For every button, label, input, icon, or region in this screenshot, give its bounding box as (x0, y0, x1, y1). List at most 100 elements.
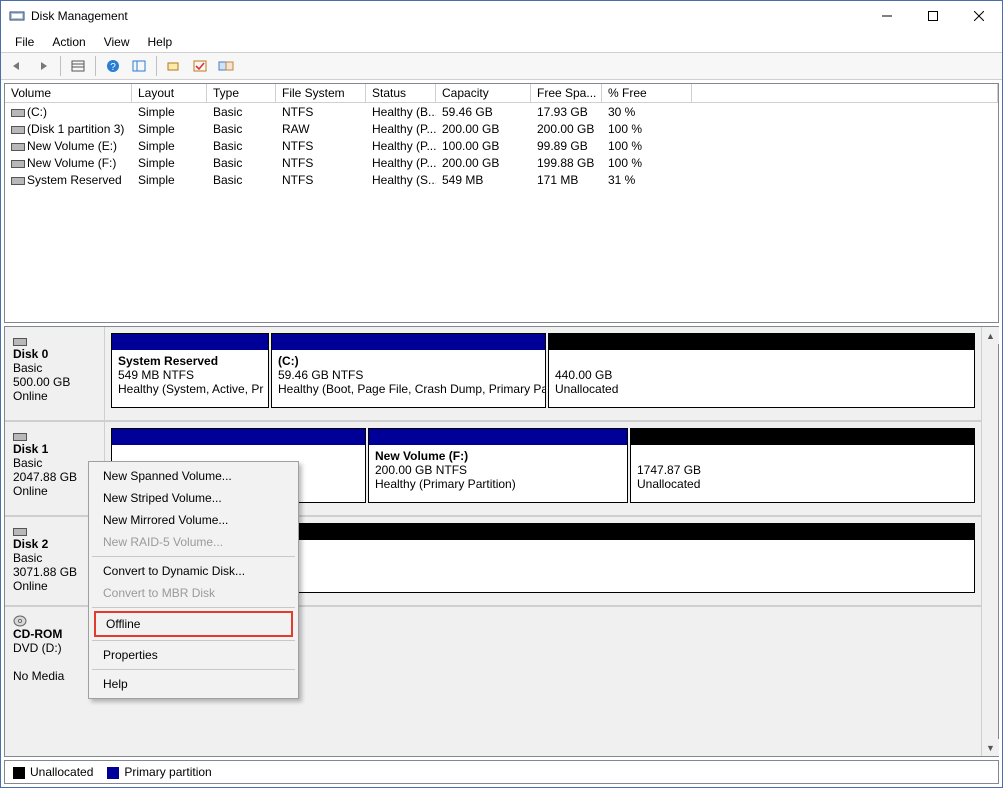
partition-bar-primary (112, 429, 365, 445)
col-layout[interactable]: Layout (132, 84, 207, 102)
menu-convert-mbr: Convert to MBR Disk (91, 582, 296, 604)
col-type[interactable]: Type (207, 84, 276, 102)
cdrom-name: CD-ROM (13, 627, 96, 641)
disk-icon (11, 107, 23, 117)
disk-1-unallocated[interactable]: 1747.87 GB Unallocated (630, 428, 975, 503)
disk-0-unallocated[interactable]: 440.00 GB Unallocated (548, 333, 975, 408)
menu-view[interactable]: View (96, 34, 138, 50)
col-pct[interactable]: % Free (602, 84, 692, 102)
partition-bar-unallocated (631, 429, 974, 445)
menu-new-mirrored[interactable]: New Mirrored Volume... (91, 509, 296, 531)
part-line2: 440.00 GB (555, 368, 612, 382)
disk-icon (11, 141, 23, 151)
menu-new-striped[interactable]: New Striped Volume... (91, 487, 296, 509)
cdrom-status: No Media (13, 669, 64, 683)
part-line3: Healthy (Boot, Page File, Crash Dump, Pr… (278, 382, 545, 396)
menu-help[interactable]: Help (140, 34, 181, 50)
minimize-button[interactable] (864, 1, 910, 31)
volume-row[interactable]: (Disk 1 partition 3)SimpleBasicRAWHealth… (5, 120, 998, 137)
menu-new-spanned[interactable]: New Spanned Volume... (91, 465, 296, 487)
col-capacity[interactable]: Capacity (436, 84, 531, 102)
legend: Unallocated Primary partition (4, 760, 999, 784)
col-status[interactable]: Status (366, 84, 436, 102)
col-free[interactable]: Free Spa... (531, 84, 602, 102)
settings-button[interactable] (214, 55, 238, 77)
legend-unallocated: Unallocated (13, 765, 93, 779)
volume-row[interactable]: System ReservedSimpleBasicNTFSHealthy (S… (5, 171, 998, 188)
volume-row[interactable]: New Volume (F:)SimpleBasicNTFSHealthy (P… (5, 154, 998, 171)
menu-separator (92, 607, 295, 608)
partition-bar-primary (112, 334, 268, 350)
part-title: (C:) (278, 354, 299, 368)
legend-primary: Primary partition (107, 765, 211, 779)
part-line3: Unallocated (637, 477, 700, 491)
col-spacer (692, 84, 998, 102)
disk-icon (13, 526, 25, 536)
disk-icon (11, 175, 23, 185)
disk-2-size: 3071.88 GB (13, 565, 77, 579)
titlebar: Disk Management (1, 1, 1002, 31)
help-button[interactable]: ? (101, 55, 125, 77)
toolbar: ? (1, 52, 1002, 80)
maximize-button[interactable] (910, 1, 956, 31)
window-controls (864, 1, 1002, 31)
menu-help[interactable]: Help (91, 673, 296, 695)
part-title: New Volume (F:) (375, 449, 468, 463)
svg-text:?: ? (110, 62, 116, 73)
disk-map-scrollbar[interactable]: ▲ ▼ (981, 327, 998, 756)
menu-offline[interactable]: Offline (94, 611, 293, 637)
disk-0-label[interactable]: Disk 0 Basic 500.00 GB Online (5, 327, 105, 420)
part-line3: Healthy (Primary Partition) (375, 477, 516, 491)
disk-management-window: Disk Management File Action View Help ? (0, 0, 1003, 788)
disk-icon (11, 124, 23, 134)
check-button[interactable] (188, 55, 212, 77)
menubar: File Action View Help (1, 31, 1002, 52)
disk-0-name: Disk 0 (13, 347, 96, 361)
part-line3: Unallocated (555, 382, 618, 396)
disk-1-type: Basic (13, 456, 42, 470)
partition-bar-unallocated (549, 334, 974, 350)
part-line2: 200.00 GB NTFS (375, 463, 467, 477)
disk-1-part-f[interactable]: New Volume (F:) 200.00 GB NTFS Healthy (… (368, 428, 628, 503)
part-title: System Reserved (118, 354, 218, 368)
disk-2-type: Basic (13, 551, 42, 565)
col-volume[interactable]: Volume (5, 84, 132, 102)
disk-0-part-c[interactable]: (C:) 59.46 GB NTFS Healthy (Boot, Page F… (271, 333, 546, 408)
volume-row[interactable]: New Volume (E:)SimpleBasicNTFSHealthy (P… (5, 137, 998, 154)
col-fs[interactable]: File System (276, 84, 366, 102)
forward-button[interactable] (31, 55, 55, 77)
view-list-button[interactable] (66, 55, 90, 77)
disk-0-row: Disk 0 Basic 500.00 GB Online System Res… (5, 327, 981, 422)
swatch-unallocated (13, 767, 25, 779)
cdrom-type: DVD (D:) (13, 641, 62, 655)
swatch-primary (107, 767, 119, 779)
menu-separator (92, 556, 295, 557)
back-button[interactable] (5, 55, 29, 77)
menu-convert-dynamic[interactable]: Convert to Dynamic Disk... (91, 560, 296, 582)
menu-file[interactable]: File (7, 34, 42, 50)
disk-icon (13, 431, 25, 441)
menu-action[interactable]: Action (44, 34, 93, 50)
disk-icon (11, 158, 23, 168)
disk-0-part-system-reserved[interactable]: System Reserved 549 MB NTFS Healthy (Sys… (111, 333, 269, 408)
volume-row[interactable]: (C:)SimpleBasicNTFSHealthy (B...59.46 GB… (5, 103, 998, 120)
disk-1-name: Disk 1 (13, 442, 96, 456)
volume-rows: (C:)SimpleBasicNTFSHealthy (B...59.46 GB… (5, 103, 998, 188)
part-line2: 59.46 GB NTFS (278, 368, 363, 382)
disk-2-status: Online (13, 579, 48, 593)
scroll-down-icon[interactable]: ▼ (982, 739, 999, 756)
scroll-up-icon[interactable]: ▲ (982, 327, 999, 344)
disk-1-status: Online (13, 484, 48, 498)
menu-new-raid5: New RAID-5 Volume... (91, 531, 296, 553)
part-line2: 549 MB NTFS (118, 368, 194, 382)
close-button[interactable] (956, 1, 1002, 31)
rescan-button[interactable] (162, 55, 186, 77)
disk-icon (13, 336, 25, 346)
volume-list-header: Volume Layout Type File System Status Ca… (5, 84, 998, 103)
part-line2: 1747.87 GB (637, 463, 701, 477)
volume-list[interactable]: Volume Layout Type File System Status Ca… (4, 83, 999, 323)
app-icon (9, 8, 25, 24)
menu-separator (92, 640, 295, 641)
refresh-button[interactable] (127, 55, 151, 77)
menu-properties[interactable]: Properties (91, 644, 296, 666)
